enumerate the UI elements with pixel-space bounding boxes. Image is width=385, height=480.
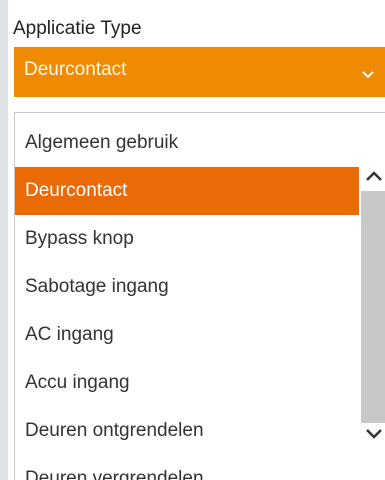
option-deurcontact[interactable]: Deurcontact xyxy=(15,167,359,215)
option-accu-ingang[interactable]: Accu ingang xyxy=(15,359,359,407)
option-deuren-ontgrendelen[interactable]: Deuren ontgrendelen xyxy=(15,407,359,455)
application-type-dropdown: Algemeen gebruik Deurcontact Bypass knop… xyxy=(14,112,385,480)
option-algemeen-gebruik[interactable]: Algemeen gebruik xyxy=(15,119,359,167)
selected-value: Deurcontact xyxy=(24,59,127,80)
option-deuren-vergrendelen[interactable]: Deuren vergrendelen xyxy=(15,455,359,480)
chevron-down-icon[interactable] xyxy=(363,423,385,445)
options-list: Algemeen gebruik Deurcontact Bypass knop… xyxy=(15,119,359,480)
dropdown-scrollbar[interactable] xyxy=(359,113,385,480)
chevron-down-icon xyxy=(362,71,374,79)
application-type-label: Applicatie Type xyxy=(13,18,142,39)
option-bypass-knop[interactable]: Bypass knop xyxy=(15,215,359,263)
application-type-panel: Applicatie Type Deurcontact Algemeen geb… xyxy=(0,0,385,480)
application-type-select[interactable]: Deurcontact xyxy=(14,47,385,97)
chevron-up-icon[interactable] xyxy=(363,165,385,187)
option-sabotage-ingang[interactable]: Sabotage ingang xyxy=(15,263,359,311)
option-ac-ingang[interactable]: AC ingang xyxy=(15,311,359,359)
scrollbar-thumb[interactable] xyxy=(361,191,385,423)
